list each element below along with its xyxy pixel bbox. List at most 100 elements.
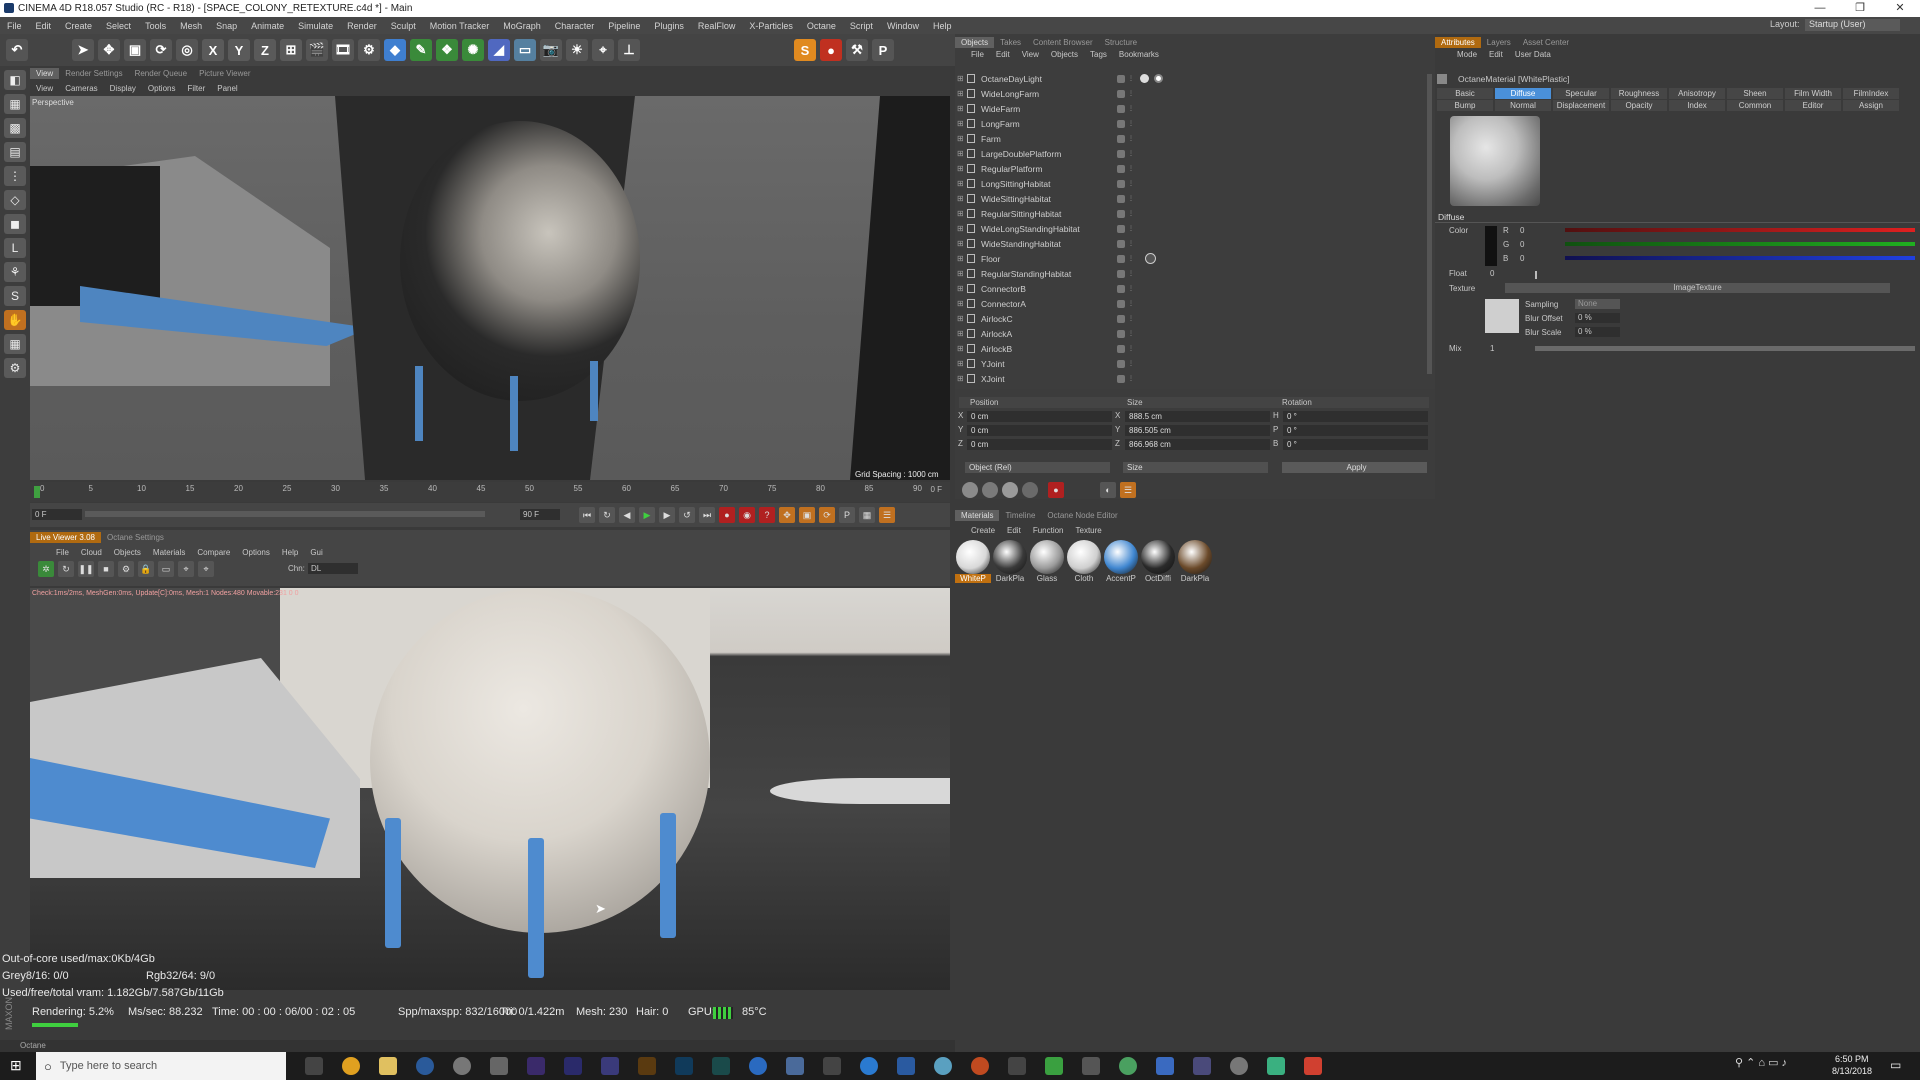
expand-icon[interactable]: ⊞ — [957, 329, 964, 338]
materials-tab-materials[interactable]: Materials — [955, 510, 1000, 521]
taskbar-search-box[interactable]: ○ Type here to search — [36, 1052, 286, 1080]
audition-icon[interactable] — [712, 1057, 730, 1075]
move-icon[interactable]: ✥ — [98, 39, 120, 61]
coord-system-icon[interactable]: ⊞ — [280, 39, 302, 61]
materials-menu-create[interactable]: Create — [971, 526, 995, 535]
expand-icon[interactable]: ⊞ — [957, 149, 964, 158]
object-row[interactable]: ⊞ ConnectorB ⋮ — [955, 281, 1425, 296]
viewport-menu-panel[interactable]: Panel — [217, 84, 237, 93]
objects-menu-edit[interactable]: Edit — [996, 50, 1010, 59]
visibility-dot-icon[interactable] — [1117, 269, 1125, 278]
layout-select[interactable]: Startup (User) — [1805, 19, 1900, 31]
viewport-tab-view[interactable]: View — [30, 68, 60, 79]
objects-scrollbar[interactable] — [1427, 74, 1432, 374]
menu-mesh[interactable]: Mesh — [180, 21, 202, 31]
position-field[interactable]: 0 cm — [967, 439, 1112, 450]
region-icon[interactable]: ▭ — [158, 561, 174, 577]
render-dot-icon[interactable]: ⋮ — [1128, 270, 1134, 277]
keyframe-selection-icon[interactable]: ? — [759, 507, 775, 523]
material-record-icon[interactable]: ● — [1048, 482, 1064, 498]
material-swatch[interactable]: DarkPla — [992, 540, 1028, 583]
visibility-dot-icon[interactable] — [1117, 254, 1125, 263]
position-key-icon[interactable]: ✥ — [779, 507, 795, 523]
timeline-icon[interactable]: ☰ — [879, 507, 895, 523]
b-slider[interactable] — [1565, 256, 1915, 260]
snap-enable-icon[interactable]: S — [4, 286, 26, 306]
points-mode-icon[interactable]: ⋮ — [4, 166, 26, 186]
lock-workplane-icon[interactable]: ⚙ — [4, 358, 26, 378]
texture-thumbnail[interactable] — [1485, 299, 1519, 333]
undo-icon[interactable]: ↶ — [6, 39, 28, 61]
attributes-menu-mode[interactable]: Mode — [1457, 50, 1477, 59]
material-preview-icon[interactable] — [962, 482, 978, 498]
object-row[interactable]: ⊞ AirlockA ⋮ — [955, 326, 1425, 341]
r-slider[interactable] — [1565, 228, 1915, 232]
material-swatch[interactable]: Glass — [1029, 540, 1065, 583]
app-icon-13[interactable] — [1119, 1057, 1137, 1075]
g-slider[interactable] — [1565, 242, 1915, 246]
objects-menu-file[interactable]: File — [971, 50, 984, 59]
tweak-mode-icon[interactable]: ⚘ — [4, 262, 26, 282]
play-icon[interactable]: ▶ — [639, 507, 655, 523]
render-dot-icon[interactable]: ⋮ — [1128, 75, 1134, 82]
snap-icon[interactable]: ⌖ — [592, 39, 614, 61]
live-viewer-tab-octane-settings[interactable]: Octane Settings — [101, 532, 170, 543]
goto-start-icon[interactable]: ⏮ — [579, 507, 595, 523]
live-viewer-menu-objects[interactable]: Objects — [114, 548, 141, 557]
autokey-icon[interactable]: ◉ — [739, 507, 755, 523]
object-row[interactable]: ⊞ ConnectorA ⋮ — [955, 296, 1425, 311]
app-icon-4[interactable] — [749, 1057, 767, 1075]
size-field[interactable]: 886.505 cm — [1125, 425, 1270, 436]
restart-render-icon[interactable]: ↻ — [58, 561, 74, 577]
object-row[interactable]: ⊞ LongSittingHabitat ⋮ — [955, 176, 1425, 191]
objects-tab-content-browser[interactable]: Content Browser — [1027, 37, 1099, 48]
objects-tab-structure[interactable]: Structure — [1099, 37, 1143, 48]
coord-mode-select[interactable]: Object (Rel) — [965, 462, 1110, 473]
visibility-dot-icon[interactable] — [1117, 194, 1125, 203]
texture-mode-icon[interactable]: ▩ — [4, 118, 26, 138]
expand-icon[interactable]: ⊞ — [957, 119, 964, 128]
app-icon-8[interactable] — [934, 1057, 952, 1075]
menu-plugins[interactable]: Plugins — [654, 21, 684, 31]
objects-menu-objects[interactable]: Objects — [1051, 50, 1078, 59]
rotation-key-icon[interactable]: ⟳ — [819, 507, 835, 523]
record-icon[interactable]: ● — [719, 507, 735, 523]
menu-realflow[interactable]: RealFlow — [698, 21, 736, 31]
material-swatch[interactable]: Cloth — [1066, 540, 1102, 583]
expand-icon[interactable]: ⊞ — [957, 89, 964, 98]
object-row[interactable]: ⊞ AirlockB ⋮ — [955, 341, 1425, 356]
expand-icon[interactable]: ⊞ — [957, 284, 964, 293]
app-icon-11[interactable] — [1045, 1057, 1063, 1075]
menu-help[interactable]: Help — [933, 21, 952, 31]
attr-tab-assign[interactable]: Assign — [1843, 100, 1899, 111]
y-axis-icon[interactable]: Y — [228, 39, 250, 61]
pick-focus-icon[interactable]: ⌖ — [178, 561, 194, 577]
mix-value[interactable]: 1 — [1490, 344, 1494, 353]
expand-icon[interactable]: ⊞ — [957, 374, 964, 383]
app-icon-18[interactable] — [1304, 1057, 1322, 1075]
menu-character[interactable]: Character — [555, 21, 595, 31]
materials-tab-octane-node-editor[interactable]: Octane Node Editor — [1041, 510, 1123, 521]
render-dot-icon[interactable]: ⋮ — [1128, 90, 1134, 97]
expand-icon[interactable]: ⊞ — [957, 314, 964, 323]
render-dot-icon[interactable]: ⋮ — [1128, 210, 1134, 217]
position-field[interactable]: 0 cm — [967, 425, 1112, 436]
octane-s-icon[interactable]: S — [794, 39, 816, 61]
scale-key-icon[interactable]: ▣ — [799, 507, 815, 523]
octane-tool-icon[interactable]: ⚒ — [846, 39, 868, 61]
axis-mode-icon[interactable]: L — [4, 238, 26, 258]
attr-tab-specular[interactable]: Specular — [1553, 88, 1609, 99]
pick-material-icon[interactable]: ⌖ — [198, 561, 214, 577]
render-view-icon[interactable]: 🎬 — [306, 39, 328, 61]
array-icon[interactable]: ✺ — [462, 39, 484, 61]
notifications-icon[interactable]: ▭ — [1890, 1058, 1901, 1072]
stop-render-icon[interactable]: ■ — [98, 561, 114, 577]
render-dot-icon[interactable]: ⋮ — [1128, 120, 1134, 127]
attr-tab-roughness[interactable]: Roughness — [1611, 88, 1667, 99]
premiere-icon[interactable] — [527, 1057, 545, 1075]
float-slider[interactable] — [1535, 271, 1537, 279]
loop-icon[interactable]: ↻ — [599, 507, 615, 523]
blur-scale-field[interactable]: 0 % — [1575, 327, 1620, 337]
object-row[interactable]: ⊞ WideFarm ⋮ — [955, 101, 1425, 116]
menu-sculpt[interactable]: Sculpt — [391, 21, 416, 31]
